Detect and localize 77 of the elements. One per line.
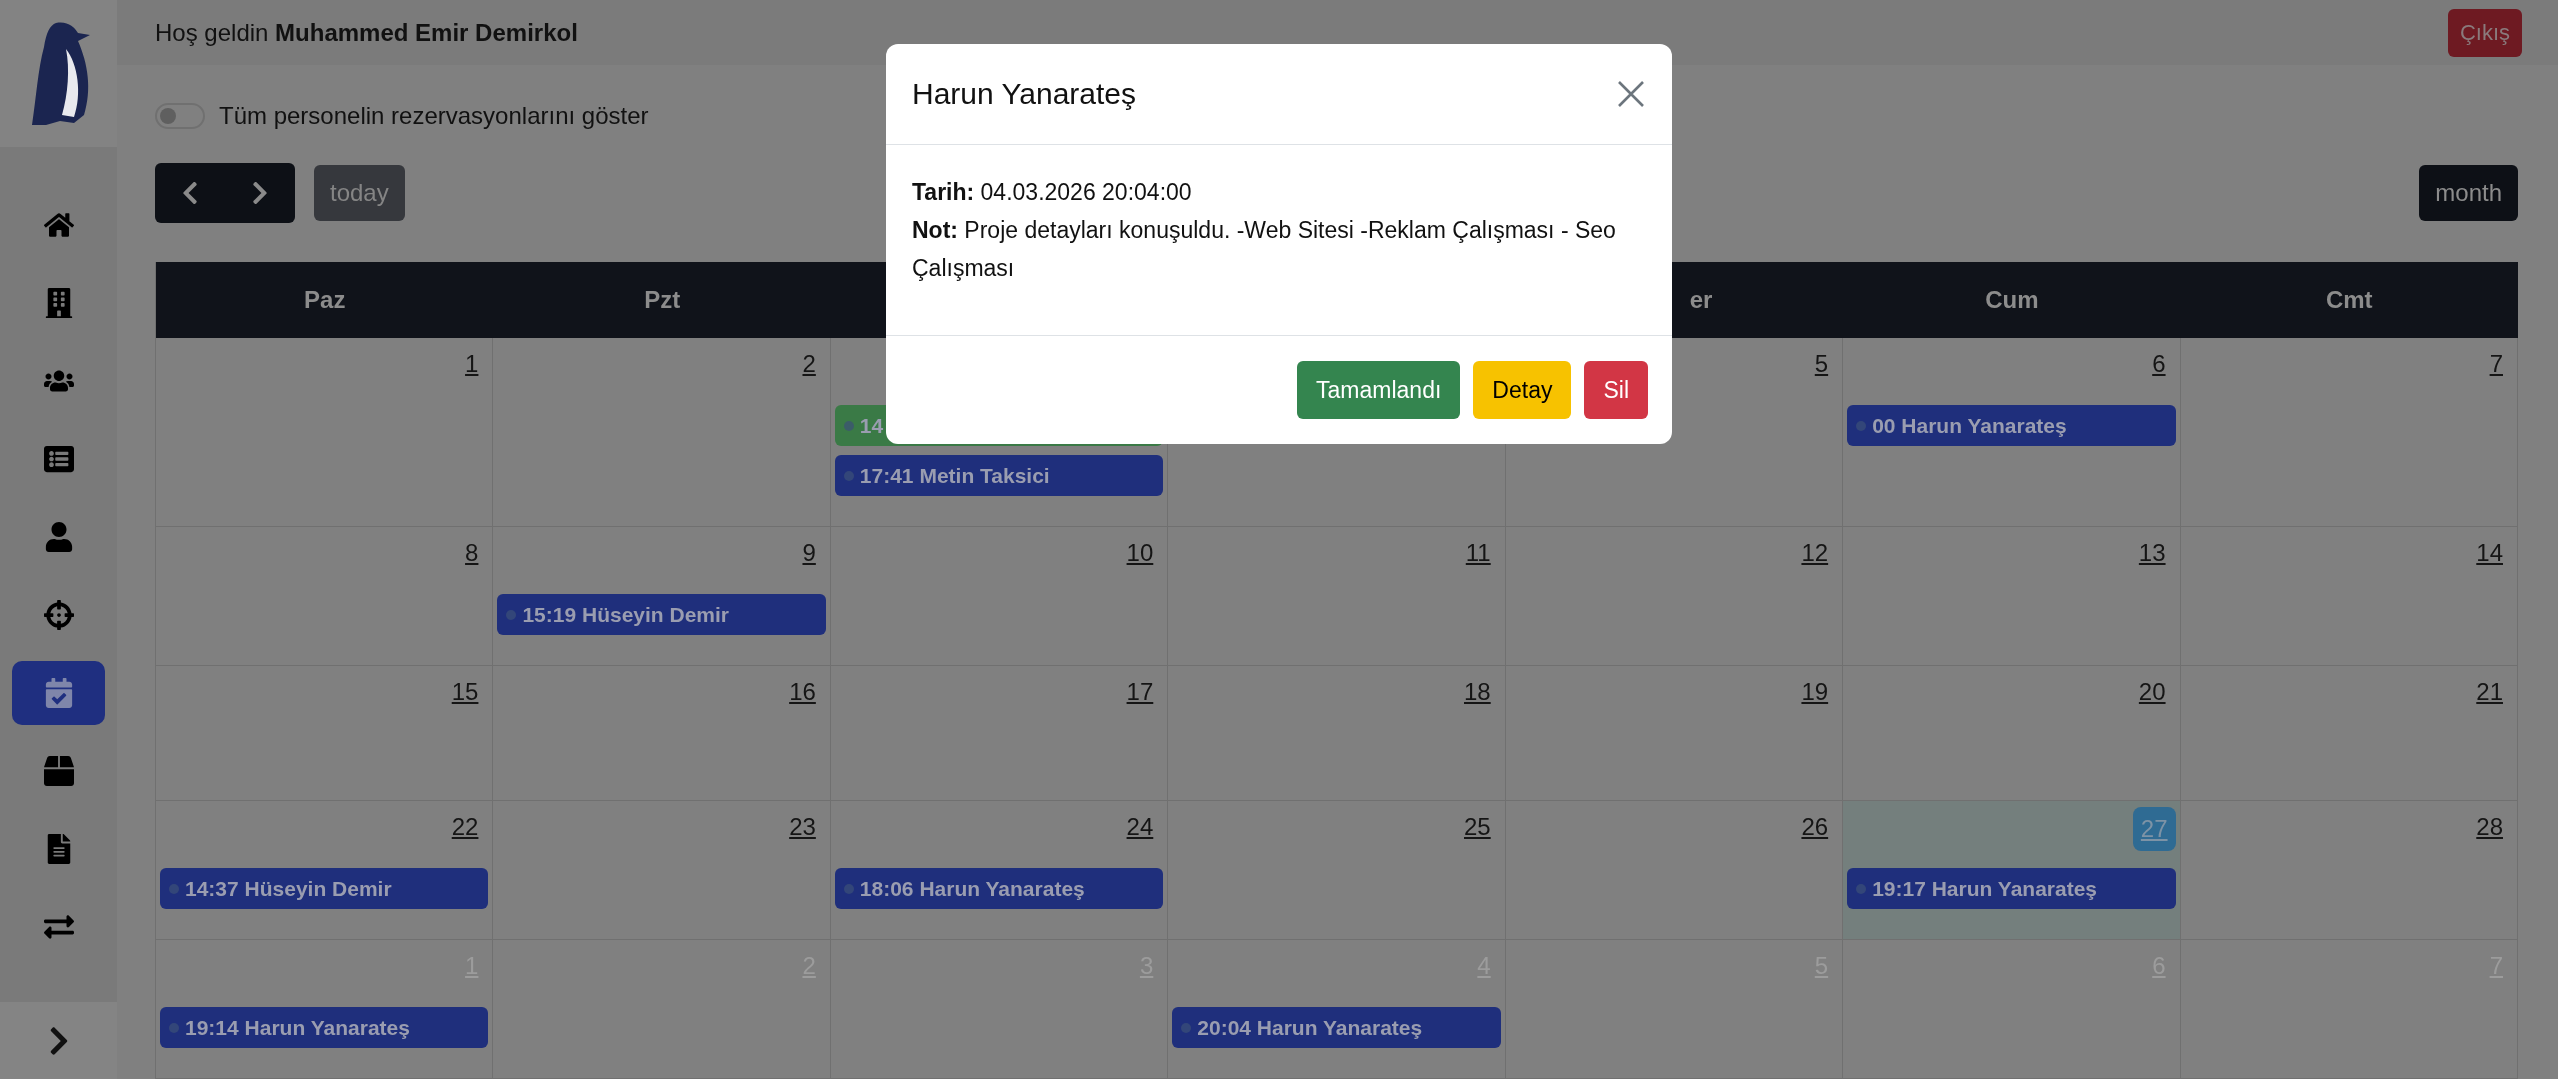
close-button[interactable] [1616,79,1646,109]
welcome-text: Hoş geldin Muhammed Emir Demirkol [155,18,578,47]
day-number[interactable]: 25 [1454,807,1501,847]
weekday-label: Pzt [644,286,681,314]
event-title: 18:06 Harun Yanarateş [859,876,1085,901]
weekday-label: er [1689,286,1713,314]
day-number[interactable]: 18 [1454,672,1501,712]
day-number[interactable]: 7 [2479,344,2513,384]
event-title: 17:41 Metin Taksici [859,463,1050,488]
event-chip[interactable]: 17:41 Metin Taksici [834,455,1164,496]
day-number[interactable]: 21 [2466,672,2513,712]
day-number[interactable]: 5 [1804,344,1839,384]
day-number[interactable]: 9 [792,533,826,573]
toggle-label: Tüm personelin rezervasyonlarını göster [219,102,649,130]
building-icon [43,288,74,318]
box-icon [43,756,74,786]
dialog-text: Not: Proje detayları konuşuldu. -Web Sitesi -Reklam Çalışması - Seo Çalışması [912,216,1617,283]
day-number[interactable]: 8 [455,533,489,573]
event-chip[interactable]: 18:06 Harun Yanarateş [834,868,1164,909]
event-chip[interactable]: 19:14 Harun Yanarateş [160,1007,489,1048]
day-number[interactable]: 11 [1455,533,1501,573]
event-dot-icon [169,1022,179,1033]
weekday-label: Cmt [2325,286,2373,314]
event-title: 15:19 Hüseyin Demir [522,602,730,627]
day-number[interactable]: 10 [1116,533,1164,573]
event-title: 19:17 Harun Yanarateş [1872,876,2098,901]
day-number[interactable]: 26 [1791,807,1839,847]
month-view-button[interactable]: month [2419,165,2518,221]
event-title: 00 Harun Yanarateş [1872,413,2067,438]
day-number[interactable]: 19 [1791,672,1839,712]
event-dot-icon [843,470,854,481]
day-number[interactable]: 16 [779,672,826,712]
toggle-switch[interactable] [155,103,205,129]
day-number[interactable]: 28 [2466,807,2513,847]
event-chip[interactable]: 14:37 Hüseyin Demir [160,868,489,909]
event-chip[interactable]: 00 Harun Yanarateş [1847,405,2176,446]
day-number[interactable]: 22 [441,807,489,847]
event-title: 14 [859,413,884,438]
dialog-button[interactable]: Detay [1473,361,1572,419]
dialog-button[interactable]: Sil [1584,361,1648,419]
calendar-check-icon [43,678,74,708]
weekday-label: Paz [304,286,346,314]
event-title: 19:14 Harun Yanarateş [185,1015,410,1040]
dialog-text: Tarih: 04.03.2026 20:04:00 [912,178,1193,207]
user-icon [43,522,74,552]
day-number[interactable]: 23 [779,807,826,847]
event-dot-icon [506,609,517,620]
home-icon [43,210,74,240]
arrows-icon [43,912,74,942]
event-dot-icon [1856,883,1867,894]
event-dot-icon [169,883,179,894]
event-dot-icon [843,883,854,894]
event-title: 14:37 Hüseyin Demir [185,876,392,901]
day-number[interactable]: 20 [2128,672,2176,712]
list-icon [43,444,74,474]
day-number[interactable]: 24 [1116,807,1164,847]
day-number[interactable]: 12 [1791,533,1839,573]
crosshair-icon [43,600,74,630]
event-title: 20:04 Harun Yanarateş [1197,1015,1423,1040]
logout-button[interactable]: Çıkış [2447,8,2522,57]
day-number[interactable]: 1 [455,344,489,384]
weekday-label: Cum [1985,286,2039,314]
event-chip[interactable]: 15:19 Hüseyin Demir [497,594,826,635]
day-number[interactable]: 14 [2466,533,2513,573]
event-dot-icon [1181,1022,1192,1033]
event-chip[interactable]: 19:17 Harun Yanarateş [1847,868,2176,909]
day-number[interactable]: 6 [2142,344,2176,384]
event-dot-icon [1856,420,1867,431]
day-number[interactable]: 17 [1116,672,1164,712]
event-dot-icon [843,420,854,431]
dialog-button[interactable]: Tamamlandı [1297,361,1461,419]
day-number[interactable]: 13 [2128,533,2176,573]
dialog-title: Harun Yanarateş [912,77,1137,111]
sidebar-item[interactable] [12,661,105,725]
event-chip[interactable]: 20:04 Harun Yanarateş [1172,1007,1501,1048]
day-number[interactable]: 2 [792,344,826,384]
day-number[interactable]: 15 [441,672,489,712]
